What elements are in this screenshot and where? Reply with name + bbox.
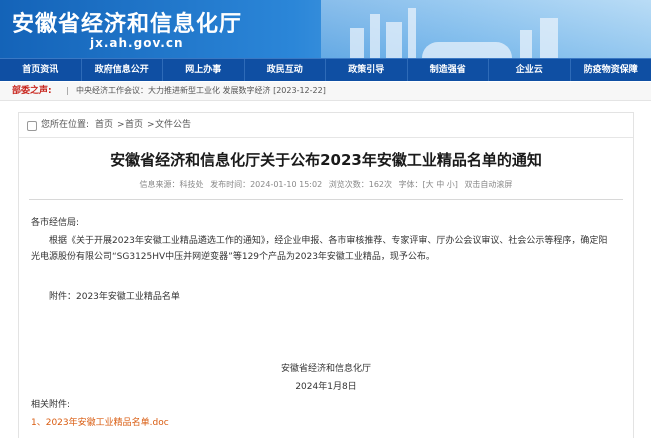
news-ticker: 部委之声: | 中央经济工作会议：大力推进新型工业化 发展数字经济 [2023-…: [0, 82, 651, 101]
meta-source: 信息来源：科技处: [140, 180, 204, 189]
main-nav: 首页资讯 政府信息公开 网上办事 政民互动 政策引导 制造强省 企业云 防疫物资…: [0, 58, 651, 81]
font-size-control[interactable]: 字体：[大 中 小]: [399, 180, 458, 189]
nav-item-policy[interactable]: 政策引导: [326, 59, 408, 81]
site-title[interactable]: 安徽省经济和信息化厅: [12, 6, 242, 38]
attachment-download-link[interactable]: 1、2023年安徽工业精品名单.doc: [31, 415, 169, 431]
breadcrumb-item-home-2[interactable]: 首页: [125, 113, 143, 137]
nav-item-interaction[interactable]: 政民互动: [245, 59, 327, 81]
building-silhouette: [386, 22, 402, 58]
body-paragraph-line: 光电源股份有限公司“SG3125HV中压并网逆变器”等129个产品为2023年安…: [31, 249, 435, 265]
body-paragraph-line: 根据《关于开展2023年安徽工业精品遴选工作的通知》，经企业申报、各市审核推荐、…: [49, 233, 607, 249]
building-silhouette: [520, 30, 532, 58]
breadcrumb-prefix: 您所在位置:: [41, 113, 89, 137]
breadcrumb: 您所在位置: 首页 > 首页 > 文件公告: [19, 113, 633, 138]
breadcrumb-item-home[interactable]: 首页: [95, 113, 113, 137]
ticker-separator: |: [66, 82, 69, 100]
meta-views: 浏览次数：162次: [329, 180, 392, 189]
salutation: 各市经信局:: [31, 215, 79, 231]
auto-scroll-toggle[interactable]: 双击自动滚屏: [464, 180, 512, 189]
signature-org: 安徽省经济和信息化厅: [19, 361, 633, 377]
building-silhouette: [350, 28, 364, 58]
site-domain: jx.ah.gov.cn: [90, 36, 184, 50]
meta-date: 发布时间：2024-01-10 15:02: [210, 180, 322, 189]
nav-item-manufacturing[interactable]: 制造强省: [408, 59, 490, 81]
ticker-item[interactable]: 中央经济工作会议：大力推进新型工业化 发展数字经济 [2023-12-22]: [76, 82, 326, 100]
ticker-label: 部委之声:: [12, 82, 52, 100]
breadcrumb-separator: >: [147, 113, 155, 137]
site-banner: 安徽省经济和信息化厅 jx.ah.gov.cn: [0, 0, 651, 58]
breadcrumb-item-notices[interactable]: 文件公告: [155, 113, 191, 137]
article-meta: 信息来源：科技处 发布时间：2024-01-10 15:02 浏览次数：162次…: [19, 179, 633, 190]
related-attachments-label: 相关附件:: [31, 397, 70, 413]
article-title: 安徽省经济和信息化厅关于公布2023年安徽工业精品名单的通知: [19, 149, 633, 170]
nav-item-enterprise-cloud[interactable]: 企业云: [489, 59, 571, 81]
article-panel: 您所在位置: 首页 > 首页 > 文件公告 安徽省经济和信息化厅关于公布2023…: [18, 112, 634, 438]
attachment-note: 附件：2023年安徽工业精品名单: [49, 289, 180, 305]
building-silhouette: [540, 18, 558, 58]
signature-date: 2024年1月8日: [19, 379, 633, 395]
nav-item-epidemic-supplies[interactable]: 防疫物资保障: [571, 59, 651, 81]
building-silhouette: [422, 42, 512, 58]
nav-item-gov-info[interactable]: 政府信息公开: [82, 59, 164, 81]
building-silhouette: [370, 14, 380, 58]
home-icon: [27, 121, 37, 131]
building-silhouette: [408, 8, 416, 58]
title-divider: [29, 199, 623, 200]
nav-item-home-news[interactable]: 首页资讯: [0, 59, 82, 81]
nav-item-online-service[interactable]: 网上办事: [163, 59, 245, 81]
breadcrumb-separator: >: [117, 113, 125, 137]
